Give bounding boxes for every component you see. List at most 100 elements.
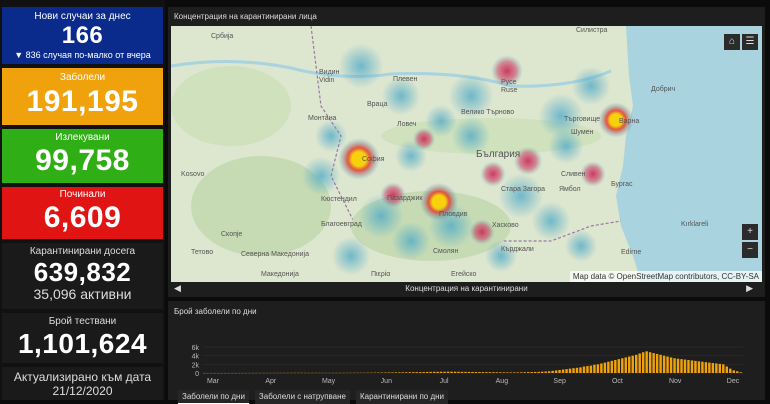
chart-bar[interactable] xyxy=(614,360,616,373)
chart-bar[interactable] xyxy=(436,372,438,373)
chart-bar[interactable] xyxy=(649,352,651,373)
chart-bar[interactable] xyxy=(733,370,735,373)
chart-bar[interactable] xyxy=(670,357,672,373)
chart-bar[interactable] xyxy=(600,363,602,373)
chart-bar[interactable] xyxy=(607,362,609,373)
chart-bar[interactable] xyxy=(691,360,693,373)
chart-bar[interactable] xyxy=(684,360,686,373)
chart-bar[interactable] xyxy=(422,372,424,373)
chart-bar[interactable] xyxy=(618,359,620,373)
chart-bar[interactable] xyxy=(443,372,445,373)
heatmap-map[interactable]: СрбијаВидинVidinПлевенРусеRuseСилистраВр… xyxy=(171,26,762,282)
chart-bar[interactable] xyxy=(680,359,682,373)
chart-bar[interactable] xyxy=(715,363,717,373)
chart-bar[interactable] xyxy=(485,372,487,373)
chart-bar[interactable] xyxy=(409,372,411,373)
chart-bar[interactable] xyxy=(471,372,473,373)
chart-bar[interactable] xyxy=(656,354,658,373)
chart-bar[interactable] xyxy=(517,372,519,373)
chart-bar[interactable] xyxy=(722,364,724,373)
chart-bar[interactable] xyxy=(604,363,606,373)
chart-bar[interactable] xyxy=(429,372,431,373)
chart-bar[interactable] xyxy=(708,363,710,373)
chart-bar[interactable] xyxy=(712,363,714,373)
chart-bar[interactable] xyxy=(395,372,397,373)
chart-bar[interactable] xyxy=(416,372,418,373)
chart-bar[interactable] xyxy=(454,372,456,373)
chart-bar[interactable] xyxy=(694,361,696,373)
chart-bar[interactable] xyxy=(645,351,647,373)
chart-bar[interactable] xyxy=(701,362,703,373)
chart-bar[interactable] xyxy=(461,372,463,373)
chart-bar[interactable] xyxy=(447,372,449,373)
chart-bar[interactable] xyxy=(548,371,550,373)
chart-bar[interactable] xyxy=(586,366,588,373)
chart-bar[interactable] xyxy=(499,372,501,373)
chart-bar[interactable] xyxy=(698,361,700,373)
chart-bar[interactable] xyxy=(565,369,567,373)
chart-bar[interactable] xyxy=(544,371,546,373)
chart-bar[interactable] xyxy=(677,359,679,373)
chart-bar[interactable] xyxy=(611,361,613,373)
home-icon[interactable]: ⌂ xyxy=(724,34,740,50)
chart-bar[interactable] xyxy=(558,370,560,373)
chart-bar[interactable] xyxy=(576,368,578,373)
chart-bar[interactable] xyxy=(663,356,665,373)
chart-bar[interactable] xyxy=(503,372,505,373)
chart-bar[interactable] xyxy=(524,372,526,373)
chart-bar[interactable] xyxy=(632,356,634,373)
chart-bar[interactable] xyxy=(729,369,731,373)
chart-bar[interactable] xyxy=(513,372,515,373)
chart-bar[interactable] xyxy=(478,372,480,373)
chart-bar[interactable] xyxy=(572,368,574,373)
chart-bar[interactable] xyxy=(482,372,484,373)
chart-bar[interactable] xyxy=(551,371,553,373)
chart-bar[interactable] xyxy=(628,357,630,373)
next-arrow-icon[interactable]: ▶ xyxy=(746,283,753,294)
chart-bar[interactable] xyxy=(475,372,477,373)
chart-bar[interactable] xyxy=(426,372,428,373)
chart-bar[interactable] xyxy=(625,357,627,373)
chart-bar[interactable] xyxy=(597,364,599,373)
chart-bar[interactable] xyxy=(687,360,689,373)
zoom-out-button[interactable]: − xyxy=(742,242,758,258)
chart-bar[interactable] xyxy=(530,372,532,373)
chart-bar[interactable] xyxy=(562,370,564,373)
chart-bar[interactable] xyxy=(740,372,742,373)
chart-bar[interactable] xyxy=(537,372,539,373)
chart-bar[interactable] xyxy=(673,358,675,373)
chart-bar[interactable] xyxy=(388,372,390,373)
chart-bar[interactable] xyxy=(510,372,512,373)
chart-bar[interactable] xyxy=(590,366,592,373)
chart-bar[interactable] xyxy=(579,367,581,373)
chart-bar[interactable] xyxy=(412,372,414,373)
tab-daily-cases[interactable]: Заболели по дни xyxy=(178,390,249,404)
chart-bar[interactable] xyxy=(534,372,536,373)
chart-bar[interactable] xyxy=(541,372,543,373)
map-canvas[interactable]: СрбијаВидинVidinПлевенРусеRuseСилистраВр… xyxy=(171,26,762,282)
chart-bar[interactable] xyxy=(457,372,459,373)
zoom-in-button[interactable]: + xyxy=(742,224,758,240)
chart-bar[interactable] xyxy=(659,355,661,373)
chart-bar[interactable] xyxy=(450,372,452,373)
chart-bar[interactable] xyxy=(520,372,522,373)
chart-bar[interactable] xyxy=(489,372,491,373)
chart-bar[interactable] xyxy=(726,367,728,374)
chart-bar[interactable] xyxy=(555,370,557,373)
chart-bar[interactable] xyxy=(527,372,529,373)
chart-bar[interactable] xyxy=(583,367,585,374)
chart-bar[interactable] xyxy=(705,362,707,373)
chart-bar[interactable] xyxy=(719,364,721,373)
chart-bar[interactable] xyxy=(621,358,623,373)
chart-bar[interactable] xyxy=(593,365,595,373)
chart-bar[interactable] xyxy=(402,372,404,373)
chart-bar[interactable] xyxy=(464,372,466,373)
chart-bar[interactable] xyxy=(635,355,637,373)
chart-bar[interactable] xyxy=(652,353,654,373)
chart-bar[interactable] xyxy=(496,372,498,373)
chart-bar[interactable] xyxy=(419,372,421,373)
tab-daily-quarantined[interactable]: Карантинирани по дни xyxy=(356,390,448,404)
chart-bar[interactable] xyxy=(468,372,470,373)
chart-bar[interactable] xyxy=(405,372,407,373)
chart-bar[interactable] xyxy=(736,371,738,373)
